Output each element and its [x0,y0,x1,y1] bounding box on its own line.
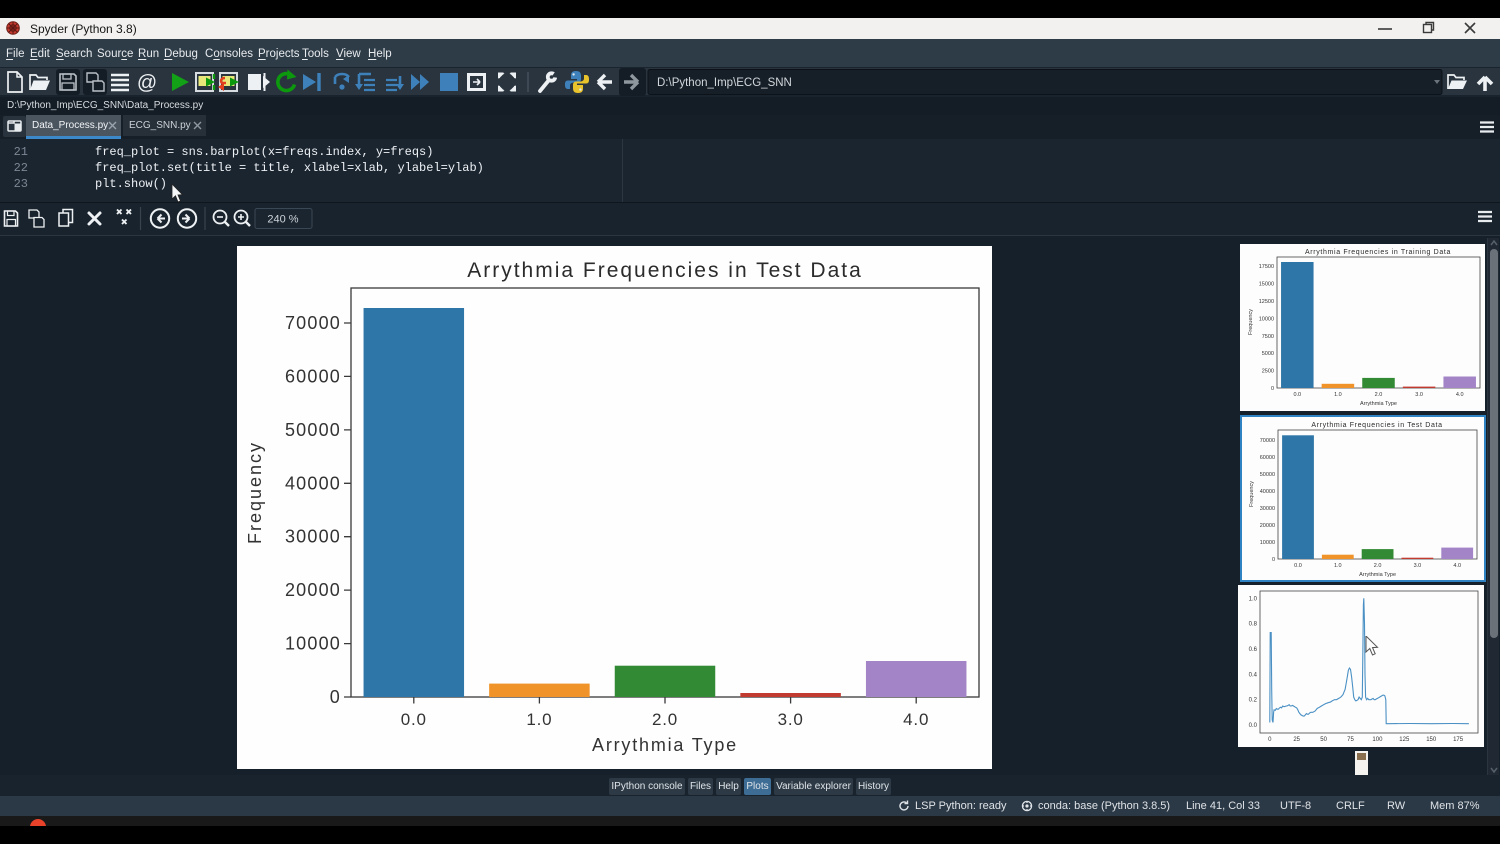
svg-text:10000: 10000 [1259,316,1274,322]
svg-text:Arrythmia Frequencies in Test: Arrythmia Frequencies in Test Data [1311,422,1442,429]
svg-text:150: 150 [1426,737,1437,743]
svg-text:60000: 60000 [1260,455,1275,461]
svg-text:20000: 20000 [1260,523,1275,529]
svg-text:50000: 50000 [285,420,341,440]
svg-text:240 %: 240 % [267,214,298,226]
svg-text:2.0: 2.0 [1375,392,1383,398]
svg-text:Arrythmia Frequencies in Train: Arrythmia Frequencies in Training Data [1305,249,1451,256]
svg-text:125: 125 [1399,737,1410,743]
svg-text:70000: 70000 [285,313,341,333]
svg-text:10000: 10000 [285,634,341,654]
svg-text:0.0: 0.0 [1249,723,1258,729]
svg-text:Arrythmia Frequencies in Test: Arrythmia Frequencies in Test Data [467,259,863,282]
svg-text:0: 0 [1271,386,1274,392]
svg-text:5000: 5000 [1262,351,1274,357]
svg-text:1.0: 1.0 [1334,392,1342,398]
svg-text:30000: 30000 [1260,506,1275,512]
svg-text:2500: 2500 [1262,369,1274,375]
svg-text:2.0: 2.0 [1374,563,1382,569]
svg-text:3.0: 3.0 [778,710,804,729]
svg-text:0.0: 0.0 [401,710,427,729]
svg-text:25: 25 [1293,737,1300,743]
svg-text:40000: 40000 [1260,489,1275,495]
svg-text:0.0: 0.0 [1293,392,1301,398]
svg-text:4.0: 4.0 [1456,392,1464,398]
svg-text:30000: 30000 [285,527,341,547]
svg-text:50: 50 [1320,737,1327,743]
svg-text:4.0: 4.0 [1453,563,1461,569]
svg-text:10000: 10000 [1260,540,1275,546]
svg-text:0.8: 0.8 [1249,622,1258,628]
svg-text:Frequency: Frequency [1248,309,1254,335]
svg-text:175: 175 [1453,737,1464,743]
svg-text:0.4: 0.4 [1249,672,1258,678]
svg-text:0.6: 0.6 [1249,647,1258,653]
svg-text:0: 0 [1272,557,1275,563]
svg-text:0: 0 [330,687,341,707]
svg-text:50000: 50000 [1260,472,1275,478]
svg-text:1.0: 1.0 [526,710,552,729]
svg-text:70000: 70000 [1260,438,1275,444]
svg-text:Frequency: Frequency [245,441,265,544]
svg-text:60000: 60000 [285,366,341,386]
svg-text:17500: 17500 [1259,264,1274,270]
svg-text:@: @ [137,72,157,94]
svg-text:1.0: 1.0 [1249,596,1258,602]
svg-text:40000: 40000 [285,473,341,493]
svg-text:Arrythmia Type: Arrythmia Type [592,735,738,755]
svg-text:7500: 7500 [1262,334,1274,340]
svg-text:D:\Python_Imp\ECG_SNN: D:\Python_Imp\ECG_SNN [657,77,792,89]
svg-text:15000: 15000 [1259,282,1274,288]
svg-text:75: 75 [1347,737,1354,743]
svg-text:3.0: 3.0 [1414,563,1422,569]
svg-text:3.0: 3.0 [1415,392,1423,398]
svg-text:1.0: 1.0 [1334,563,1342,569]
svg-text:12500: 12500 [1259,299,1274,305]
svg-text:Frequency: Frequency [1249,481,1255,507]
svg-text:100: 100 [1372,737,1383,743]
svg-text:0.0: 0.0 [1294,563,1302,569]
svg-text:2.0: 2.0 [652,710,678,729]
svg-text:0.2: 0.2 [1249,698,1258,704]
svg-text:Arrythmia Type: Arrythmia Type [1360,401,1397,407]
svg-text:Arrythmia Type: Arrythmia Type [1359,572,1396,578]
svg-text:20000: 20000 [285,580,341,600]
svg-text:4.0: 4.0 [903,710,929,729]
